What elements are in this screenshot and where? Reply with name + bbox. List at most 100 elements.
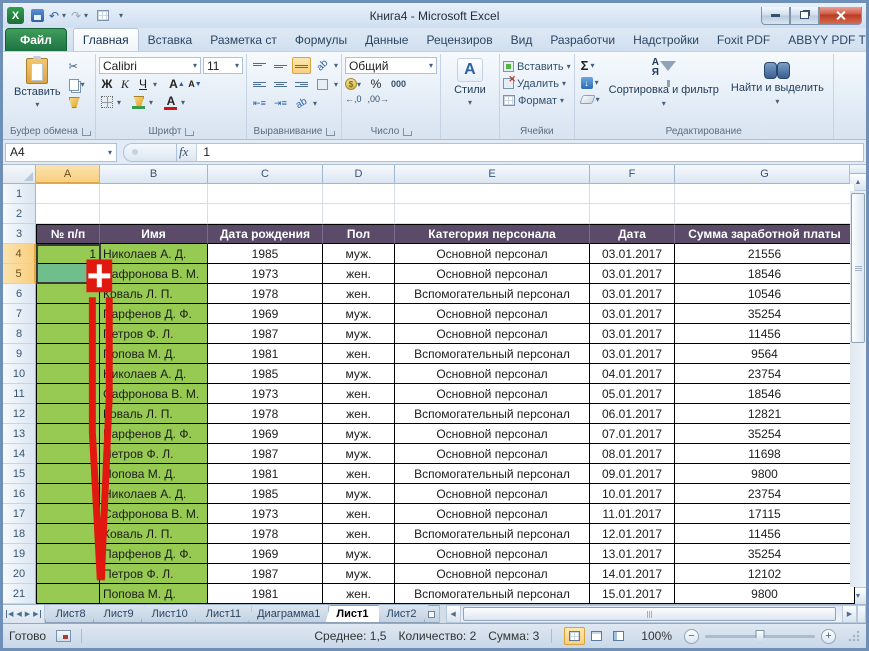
cell-C6[interactable]: 1978 (208, 284, 323, 304)
cell-D18[interactable]: жен. (323, 524, 395, 544)
cell-E14[interactable]: Основной персонал (395, 444, 590, 464)
sheet-tab-Лист8[interactable]: Лист8 (45, 605, 97, 623)
cut-button[interactable]: ✂ (69, 59, 85, 74)
cell-F13[interactable]: 07.01.2017 (590, 424, 675, 444)
restore-button[interactable] (790, 7, 819, 25)
orientation-button[interactable]: ab (313, 57, 332, 74)
row-header-5[interactable]: 5 (3, 264, 36, 284)
cell-C14[interactable]: 1987 (208, 444, 323, 464)
row-header-9[interactable]: 9 (3, 344, 36, 364)
macro-record-button[interactable] (56, 630, 71, 642)
cell-E9[interactable]: Вспомогательный персонал (395, 344, 590, 364)
cell-F7[interactable]: 03.01.2017 (590, 304, 675, 324)
font-size-combo[interactable]: 11▾ (203, 57, 243, 74)
table-header-B3[interactable]: Имя (100, 224, 208, 244)
cell-G13[interactable]: 35254 (675, 424, 855, 444)
undo-button[interactable]: ↶▾ (50, 7, 68, 24)
cell-F19[interactable]: 13.01.2017 (590, 544, 675, 564)
cell-C18[interactable]: 1978 (208, 524, 323, 544)
name-box[interactable]: A4▾ (5, 143, 117, 162)
ribbon-tab-Формулы[interactable]: Формулы (286, 29, 356, 51)
styles-button[interactable]: A Стили ▾ (448, 56, 492, 109)
cell-F21[interactable]: 15.01.2017 (590, 584, 675, 604)
row-header-15[interactable]: 15 (3, 464, 36, 484)
cell-A6[interactable] (36, 284, 100, 304)
cell-A17[interactable] (36, 504, 100, 524)
cell-D8[interactable]: муж. (323, 324, 395, 344)
cell-F9[interactable]: 03.01.2017 (590, 344, 675, 364)
cell-E20[interactable]: Основной персонал (395, 564, 590, 584)
cell-D4[interactable]: муж. (323, 244, 395, 264)
cell-E1[interactable] (395, 184, 590, 204)
cell-A8[interactable] (36, 324, 100, 344)
cell-D1[interactable] (323, 184, 395, 204)
row-header-3[interactable]: 3 (3, 224, 36, 244)
page-layout-view-button[interactable] (586, 627, 607, 645)
cell-E6[interactable]: Вспомогательный персонал (395, 284, 590, 304)
column-header-F[interactable]: F (590, 165, 675, 184)
zoom-track[interactable] (705, 635, 815, 638)
sheet-tab-Диаграмма1[interactable]: Диаграмма1 (248, 605, 329, 623)
cell-C7[interactable]: 1969 (208, 304, 323, 324)
zoom-out-button[interactable]: − (684, 629, 699, 644)
redo-button[interactable]: ↷▾ (72, 7, 90, 24)
minimize-button[interactable] (761, 7, 790, 25)
ribbon-tab-ABBYY PDF T[interactable]: ABBYY PDF T (779, 29, 869, 51)
cell-D7[interactable]: муж. (323, 304, 395, 324)
cell-B18[interactable]: Коваль Л. П. (100, 524, 208, 544)
customize-qat-icon[interactable]: ▾ (116, 11, 126, 20)
cell-B20[interactable]: Петров Ф. Л. (100, 564, 208, 584)
cell-G5[interactable]: 18546 (675, 264, 855, 284)
table-header-E3[interactable]: Категория персонала (395, 224, 590, 244)
cell-A13[interactable] (36, 424, 100, 444)
cell-E4[interactable]: Основной персонал (395, 244, 590, 264)
cell-C19[interactable]: 1969 (208, 544, 323, 564)
align-middle-button[interactable] (271, 57, 290, 74)
dialog-launcher-icon[interactable] (403, 128, 411, 136)
clear-button[interactable]: ▾ (581, 92, 600, 107)
sheet-tab-Лист11[interactable]: Лист11 (195, 605, 252, 623)
cell-D16[interactable]: муж. (323, 484, 395, 504)
cell-A7[interactable] (36, 304, 100, 324)
cell-F10[interactable]: 04.01.2017 (590, 364, 675, 384)
ribbon-tab-Данные[interactable]: Данные (356, 29, 417, 51)
row-header-19[interactable]: 19 (3, 544, 36, 564)
wrap-text-button[interactable]: ab (292, 95, 311, 112)
grow-font-button[interactable]: А▲ (169, 76, 185, 92)
cell-B13[interactable]: Парфенов Д. Ф. (100, 424, 208, 444)
table-header-C3[interactable]: Дата рождения (208, 224, 323, 244)
dialog-launcher-icon[interactable] (185, 128, 193, 136)
cell-F12[interactable]: 06.01.2017 (590, 404, 675, 424)
cell-B14[interactable]: Петров Ф. Л. (100, 444, 208, 464)
paste-button[interactable]: Вставить ▾ (8, 56, 67, 111)
name-box-dropdown-icon[interactable]: ▾ (108, 148, 112, 157)
cell-D21[interactable]: жен. (323, 584, 395, 604)
table-header-D3[interactable]: Пол (323, 224, 395, 244)
cell-G16[interactable]: 23754 (675, 484, 855, 504)
cell-B16[interactable]: Николаев А. Д. (100, 484, 208, 504)
cell-C13[interactable]: 1969 (208, 424, 323, 444)
cell-C17[interactable]: 1973 (208, 504, 323, 524)
dialog-launcher-icon[interactable] (82, 128, 90, 136)
cell-G7[interactable]: 35254 (675, 304, 855, 324)
zoom-level[interactable]: 100% (641, 629, 672, 643)
row-header-8[interactable]: 8 (3, 324, 36, 344)
undo-dropdown-icon[interactable]: ▾ (59, 11, 69, 20)
page-break-view-button[interactable] (608, 627, 629, 645)
insert-function-button[interactable]: fx (177, 143, 197, 162)
align-top-button[interactable] (250, 57, 269, 74)
cell-E21[interactable]: Вспомогательный персонал (395, 584, 590, 604)
cell-C8[interactable]: 1987 (208, 324, 323, 344)
cell-D15[interactable]: жен. (323, 464, 395, 484)
horizontal-scroll-thumb[interactable] (463, 607, 836, 621)
accounting-format-button[interactable]: $▾ (345, 76, 361, 92)
cell-A9[interactable] (36, 344, 100, 364)
cell-G11[interactable]: 18546 (675, 384, 855, 404)
table-header-A3[interactable]: № п/п (36, 224, 100, 244)
cell-F8[interactable]: 03.01.2017 (590, 324, 675, 344)
font-color-button[interactable]: А (163, 94, 179, 110)
cell-G10[interactable]: 23754 (675, 364, 855, 384)
dialog-launcher-icon[interactable] (326, 128, 334, 136)
cell-E13[interactable]: Основной персонал (395, 424, 590, 444)
cell-E5[interactable]: Основной персонал (395, 264, 590, 284)
